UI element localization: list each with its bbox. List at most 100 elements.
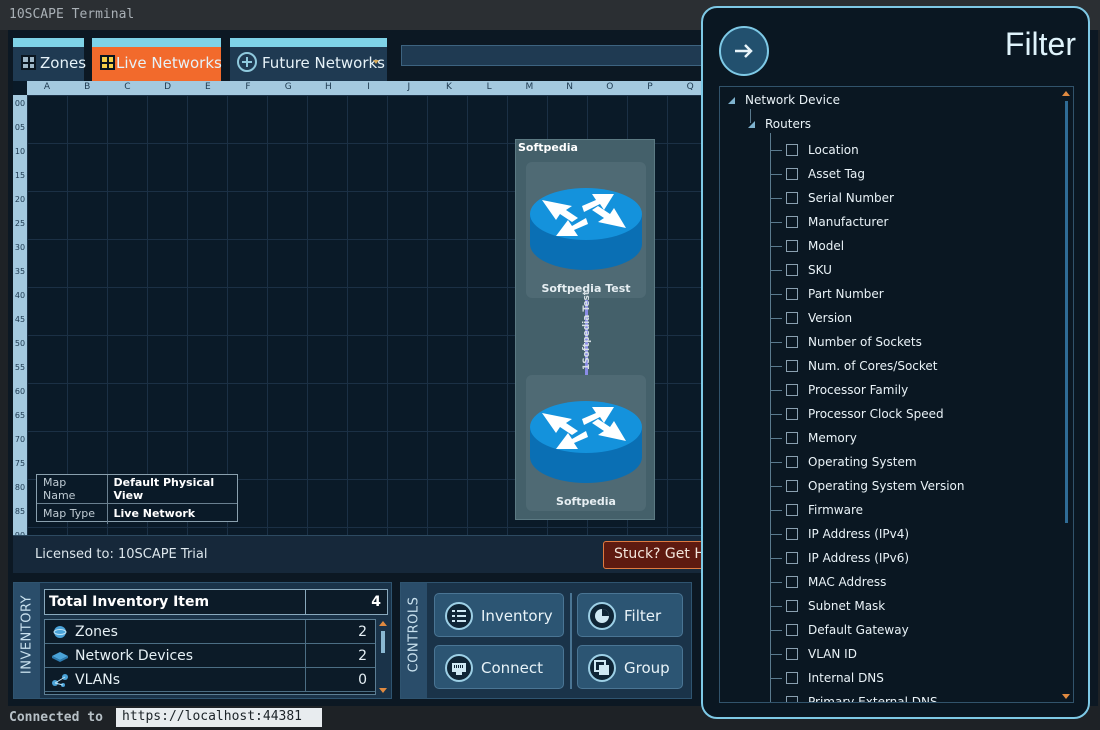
tab-zones[interactable]: Zones	[13, 38, 87, 81]
window-title: 10SCAPE Terminal	[9, 7, 135, 22]
checkbox[interactable]	[786, 672, 798, 684]
close-filter-button[interactable]	[719, 26, 769, 76]
filter-button[interactable]: Filter	[577, 593, 683, 637]
filter-option[interactable]: Number of Sockets	[720, 333, 1073, 357]
filter-option[interactable]: SKU	[720, 261, 1073, 285]
network-map[interactable]: ABCDEFGHIJKLMNOPQ 00 05 10 15 20 25 30 35 40 45 50…	[13, 81, 708, 535]
checkbox[interactable]	[786, 168, 798, 180]
map-search-input[interactable]	[401, 45, 711, 66]
tree-node-routers[interactable]: Routers	[765, 117, 811, 131]
filter-option[interactable]: Processor Clock Speed	[720, 405, 1073, 429]
filter-option[interactable]: Processor Family	[720, 381, 1073, 405]
checkbox[interactable]	[786, 384, 798, 396]
checkbox[interactable]	[786, 648, 798, 660]
filter-option[interactable]: Subnet Mask	[720, 597, 1073, 621]
filter-option-label: Default Gateway	[808, 623, 909, 637]
link-label: 1Softpedia Test	[582, 290, 592, 370]
checkbox[interactable]	[786, 288, 798, 300]
list-item[interactable]: Zones 2	[45, 620, 375, 644]
filter-option[interactable]: Memory	[720, 429, 1073, 453]
inventory-vertical-tab[interactable]: INVENTORY	[14, 583, 40, 698]
checkbox[interactable]	[786, 576, 798, 588]
filter-option[interactable]: Manufacturer	[720, 213, 1073, 237]
column-header: ABCDEFGHIJKLMNOPQ	[27, 81, 708, 95]
scroll-thumb[interactable]	[381, 631, 385, 653]
scroll-up-icon[interactable]	[379, 621, 387, 626]
filter-option-label: VLAN ID	[808, 647, 857, 661]
router-icon	[530, 188, 642, 270]
controls-tab-label: CONTROLS	[406, 596, 422, 673]
checkbox[interactable]	[786, 240, 798, 252]
filter-option-label: Serial Number	[808, 191, 894, 205]
column-label: P	[647, 82, 653, 92]
checkbox[interactable]	[786, 216, 798, 228]
filter-option[interactable]: Serial Number	[720, 189, 1073, 213]
filter-option[interactable]: IP Address (IPv4)	[720, 525, 1073, 549]
inventory-button[interactable]: Inventory	[434, 593, 564, 637]
checkbox[interactable]	[786, 192, 798, 204]
map-type-key: Map Type	[37, 503, 108, 524]
filter-scrollbar[interactable]	[1061, 89, 1071, 701]
column-label: N	[566, 82, 573, 92]
inventory-item-label: Network Devices	[75, 648, 194, 664]
checkbox[interactable]	[786, 264, 798, 276]
inventory-scrollbar[interactable]	[378, 619, 388, 695]
checkbox[interactable]	[786, 480, 798, 492]
filter-option[interactable]: MAC Address	[720, 573, 1073, 597]
filter-option[interactable]: Firmware	[720, 501, 1073, 525]
device-group[interactable]: Softpedia Softpedia Test 1Softpedia Test	[515, 139, 655, 520]
filter-option[interactable]: Num. of Cores/Socket	[720, 357, 1073, 381]
checkbox[interactable]	[786, 552, 798, 564]
controls-vertical-tab[interactable]: CONTROLS	[401, 583, 427, 698]
router-device[interactable]: Softpedia	[526, 375, 646, 511]
checkbox[interactable]	[786, 336, 798, 348]
checkbox[interactable]	[786, 624, 798, 636]
tab-live-networks[interactable]: Live Networks	[92, 38, 222, 81]
filter-option[interactable]: Version	[720, 309, 1073, 333]
tree-node-network-device[interactable]: Network Device	[745, 93, 840, 107]
checkbox[interactable]	[786, 360, 798, 372]
list-item[interactable]: VLANs 0	[45, 668, 375, 692]
checkbox[interactable]	[786, 456, 798, 468]
filter-option[interactable]: IP Address (IPv6)	[720, 549, 1073, 573]
group-icon	[588, 654, 616, 682]
filter-option[interactable]: Part Number	[720, 285, 1073, 309]
expand-triangle-icon[interactable]	[728, 97, 735, 104]
checkbox[interactable]	[786, 312, 798, 324]
checkbox[interactable]	[786, 600, 798, 612]
router-device[interactable]: Softpedia Test	[526, 162, 646, 298]
filter-option[interactable]: Primary External DNS	[720, 693, 1073, 702]
filter-tree[interactable]: Network Device Routers Location Asset Tag…	[719, 86, 1074, 703]
filter-option[interactable]: Operating System Version	[720, 477, 1073, 501]
scroll-thumb[interactable]	[1065, 101, 1068, 523]
tab-future-networks[interactable]: Future Networks	[230, 38, 387, 81]
filter-option[interactable]: Location	[720, 141, 1073, 165]
expand-triangle-icon[interactable]	[748, 121, 755, 128]
filter-option-label: IP Address (IPv4)	[808, 527, 910, 541]
chevron-down-icon[interactable]	[373, 60, 379, 64]
row-label: 40	[14, 291, 26, 300]
inventory-list[interactable]: Zones 2 Network Devices 2 VLANs 0	[44, 619, 376, 695]
scroll-up-icon[interactable]	[1062, 91, 1070, 96]
filter-option[interactable]: VLAN ID	[720, 645, 1073, 669]
checkbox[interactable]	[786, 432, 798, 444]
filter-option[interactable]: Internal DNS	[720, 669, 1073, 693]
filter-option[interactable]: Default Gateway	[720, 621, 1073, 645]
tab-zones-label: Zones	[40, 54, 87, 72]
connect-button[interactable]: Connect	[434, 645, 564, 689]
filter-option[interactable]: Model	[720, 237, 1073, 261]
arrow-right-icon	[735, 44, 753, 58]
checkbox[interactable]	[786, 504, 798, 516]
scroll-down-icon[interactable]	[1062, 694, 1070, 699]
list-item[interactable]: Network Devices 2	[45, 644, 375, 668]
filter-option[interactable]: Operating System	[720, 453, 1073, 477]
row-label: 15	[14, 171, 26, 180]
checkbox[interactable]	[786, 408, 798, 420]
checkbox[interactable]	[786, 528, 798, 540]
inventory-item-value: 2	[358, 624, 367, 640]
group-button[interactable]: Group	[577, 645, 683, 689]
checkbox[interactable]	[786, 144, 798, 156]
scroll-down-icon[interactable]	[379, 688, 387, 693]
checkbox[interactable]	[786, 696, 798, 702]
filter-option[interactable]: Asset Tag	[720, 165, 1073, 189]
